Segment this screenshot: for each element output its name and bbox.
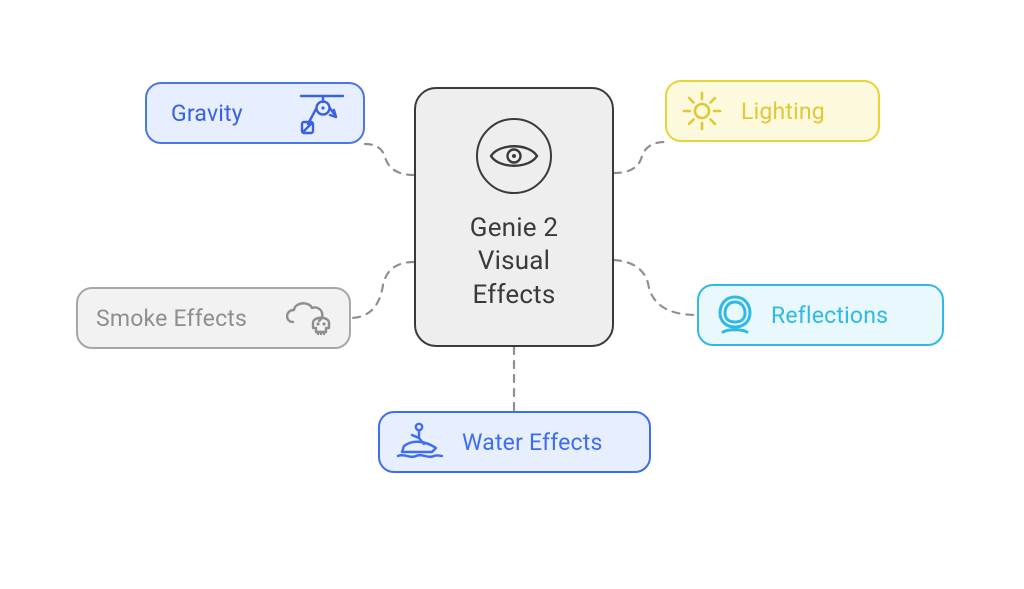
sun-icon xyxy=(681,90,723,132)
node-water: Water Effects xyxy=(378,411,651,473)
node-reflections-label: Reflections xyxy=(771,302,888,329)
center-node: Genie 2 Visual Effects xyxy=(414,87,614,347)
node-smoke-label: Smoke Effects xyxy=(96,305,247,332)
center-title-line3: Effects xyxy=(472,280,555,310)
node-smoke: Smoke Effects xyxy=(76,287,351,349)
center-title: Genie 2 Visual Effects xyxy=(470,212,558,312)
node-lighting: Lighting xyxy=(665,80,880,142)
node-gravity: Gravity xyxy=(145,82,365,144)
eye-icon xyxy=(476,118,552,194)
center-title-line2: Visual xyxy=(478,246,550,276)
node-water-label: Water Effects xyxy=(462,429,603,456)
node-lighting-label: Lighting xyxy=(741,98,825,125)
reflection-icon xyxy=(715,294,755,336)
smoke-skull-icon xyxy=(283,298,335,338)
node-gravity-label: Gravity xyxy=(171,100,243,127)
pulley-icon xyxy=(297,91,347,135)
jetski-icon xyxy=(394,420,444,464)
node-reflections: Reflections xyxy=(697,284,944,346)
diagram-canvas: Genie 2 Visual Effects Gravity xyxy=(0,0,1024,589)
center-title-line1: Genie 2 xyxy=(470,213,558,243)
